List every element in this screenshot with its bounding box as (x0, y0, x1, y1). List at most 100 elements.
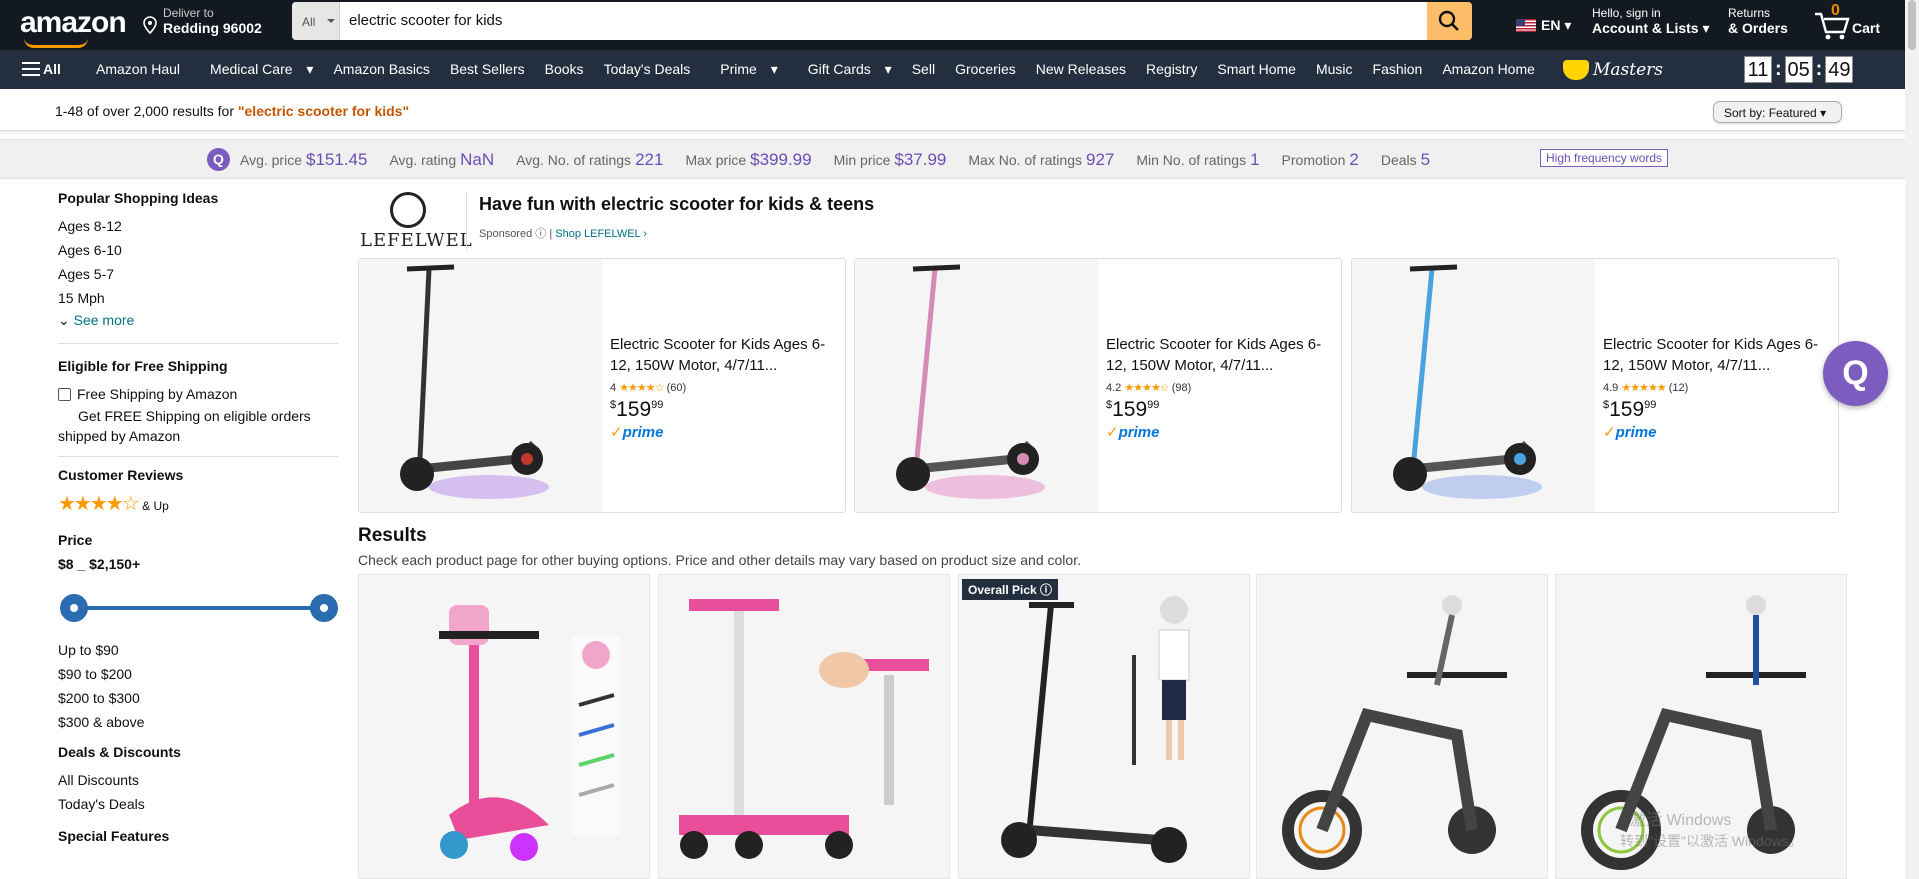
product-image[interactable] (1352, 259, 1595, 512)
divider (58, 343, 338, 344)
nav-bar: All Amazon Haul Medical Care ▾ Amazon Ba… (0, 50, 1919, 89)
result-product-image[interactable] (658, 574, 950, 879)
result-product-image[interactable] (358, 574, 650, 879)
stat-item: Avg. rating NaN (389, 150, 494, 170)
brand-name: LEFELWEL (360, 230, 473, 251)
rating-count: (98) (1171, 382, 1192, 394)
slider-max-handle[interactable] (310, 594, 338, 622)
nav-item[interactable]: Best Sellers (440, 61, 535, 78)
stat-label: Avg. No. of ratings (516, 152, 632, 168)
deal-link[interactable]: All Discounts (58, 768, 338, 792)
slider-min-handle[interactable] (60, 594, 88, 622)
deliver-line2: Redding 96002 (163, 20, 262, 36)
search-category-label: All (302, 15, 316, 29)
nav-item[interactable]: Books (535, 61, 594, 78)
price-option[interactable]: $200 to $300 (58, 686, 338, 710)
all-menu-button[interactable]: All (22, 61, 61, 77)
idea-link[interactable]: Ages 8-12 (58, 214, 338, 238)
product-title[interactable]: Electric Scooter for Kids Ages 6-12, 150… (1106, 334, 1326, 376)
scrollbar-thumb[interactable] (1908, 0, 1916, 50)
price-whole: 159 (1609, 398, 1645, 421)
cart-button[interactable]: 0 Cart (1813, 2, 1903, 42)
four-stars-filter[interactable]: ★★★★☆ & Up (58, 491, 338, 516)
account-label: Account & Lists (1592, 20, 1699, 36)
high-frequency-words-button[interactable]: High frequency words (1540, 149, 1669, 167)
search-category-dropdown[interactable]: All (292, 2, 340, 40)
sponsored-title[interactable]: Have fun with electric scooter for kids … (479, 194, 874, 215)
masters-promo[interactable]: Masters (1563, 58, 1683, 84)
price-option[interactable]: $300 & above (58, 710, 338, 734)
product-image[interactable] (855, 259, 1098, 512)
product-image[interactable] (359, 259, 602, 512)
q-assistant-button[interactable]: Q (1823, 341, 1888, 406)
windows-activation-watermark-subline: 转到"设置"以激活 Windows。 (1620, 833, 1803, 849)
star-rating-icon: ★★★★☆ (1124, 382, 1169, 394)
product-title[interactable]: Electric Scooter for Kids Ages 6-12, 150… (1603, 334, 1823, 376)
language-selector[interactable]: EN ▾ (1541, 17, 1571, 34)
nav-item[interactable]: Gift Cards ▾ (788, 61, 902, 78)
nav-item[interactable]: Today's Deals (594, 61, 701, 78)
cart-count: 0 (1831, 2, 1840, 19)
product-rating[interactable]: 4.2 ★★★★☆ (98) (1106, 381, 1326, 394)
clock-colon: : (1775, 58, 1782, 80)
scooter-image-icon (400, 264, 549, 499)
nav-item[interactable]: Medical Care ▾ (190, 61, 323, 78)
product-rating[interactable]: 4.9 ★★★★★ (12) (1603, 381, 1823, 394)
product-title[interactable]: Electric Scooter for Kids Ages 6-12, 150… (610, 334, 830, 376)
nav-item[interactable]: Fashion (1363, 61, 1433, 78)
nav-item[interactable]: Smart Home (1207, 61, 1306, 78)
shop-brand-link[interactable]: Shop LEFELWEL › (555, 228, 647, 240)
price-option[interactable]: $90 to $200 (58, 662, 338, 686)
price-slider[interactable] (58, 588, 338, 628)
stat-item: Avg. price $151.45 (240, 150, 367, 170)
idea-link[interactable]: Ages 5-7 (58, 262, 338, 286)
product-rating[interactable]: 4 ★★★★☆ (60) (610, 381, 830, 394)
chevron-down-icon (327, 19, 335, 23)
nav-item[interactable]: Prime ▾ (700, 61, 787, 78)
sponsored-product-card[interactable]: Electric Scooter for Kids Ages 6-12, 150… (1351, 258, 1839, 513)
nav-item[interactable]: New Releases (1026, 61, 1136, 78)
info-icon[interactable]: ⓘ (535, 228, 546, 240)
sponsored-product-card[interactable]: Electric Scooter for Kids Ages 6-12, 150… (358, 258, 846, 513)
nav-item[interactable]: Sell (902, 61, 945, 78)
deal-link[interactable]: Today's Deals (58, 792, 338, 816)
ideas-heading: Popular Shopping Ideas (58, 190, 219, 206)
rating-count: (12) (1668, 382, 1689, 394)
search-input[interactable]: electric scooter for kids (349, 12, 502, 29)
shipping-heading: Eligible for Free Shipping (58, 358, 228, 374)
sponsored-product-card[interactable]: Electric Scooter for Kids Ages 6-12, 150… (854, 258, 1342, 513)
price-heading: Price (58, 532, 93, 548)
lefelwel-logo[interactable]: LEFELWEL (360, 192, 472, 251)
nav-item[interactable]: Music (1306, 61, 1363, 78)
nav-item[interactable]: Groceries (945, 61, 1026, 78)
nav-item[interactable]: Amazon Basics (323, 61, 439, 78)
page-scrollbar[interactable] (1905, 0, 1919, 879)
product-info: Electric Scooter for Kids Ages 6-12, 150… (1106, 334, 1326, 441)
search-button[interactable] (1427, 2, 1472, 40)
q-logo-icon[interactable]: Q (207, 148, 230, 171)
language-label: EN (1541, 17, 1561, 33)
returns-line2: & Orders (1728, 20, 1788, 36)
shipping-note: Get FREE Shipping on eligible orders shi… (58, 408, 311, 444)
sort-dropdown[interactable]: Sort by: Featured ▾ (1713, 101, 1842, 123)
nav-item[interactable]: Amazon Home (1432, 61, 1545, 78)
see-more-link[interactable]: ⌄ See more (58, 312, 338, 329)
stat-value: 221 (635, 150, 664, 169)
nav-item[interactable]: Registry (1136, 61, 1207, 78)
nav-item[interactable]: Amazon Haul (86, 61, 190, 78)
stat-value: 5 (1420, 150, 1431, 169)
accent-wheel (521, 453, 533, 465)
product-price: $15999 (1106, 398, 1160, 421)
idea-link[interactable]: 15 Mph (58, 286, 338, 310)
price-option[interactable]: Up to $90 (58, 638, 338, 662)
returns-orders[interactable]: Returns & Orders (1728, 6, 1788, 36)
results-subtitle: Check each product page for other buying… (358, 552, 1081, 568)
result-product-image[interactable] (958, 574, 1250, 879)
result-product-image[interactable] (1256, 574, 1548, 879)
countdown-clock: 11 : 05 : 49 (1744, 56, 1854, 83)
amazon-logo[interactable]: amazon (20, 6, 127, 48)
free-shipping-checkbox[interactable]: Free Shipping by Amazon (58, 382, 338, 406)
account-menu[interactable]: Hello, sign in Account & Lists ▾ (1592, 6, 1710, 37)
idea-link[interactable]: Ages 6-10 (58, 238, 338, 262)
results-heading: Results (358, 525, 427, 546)
